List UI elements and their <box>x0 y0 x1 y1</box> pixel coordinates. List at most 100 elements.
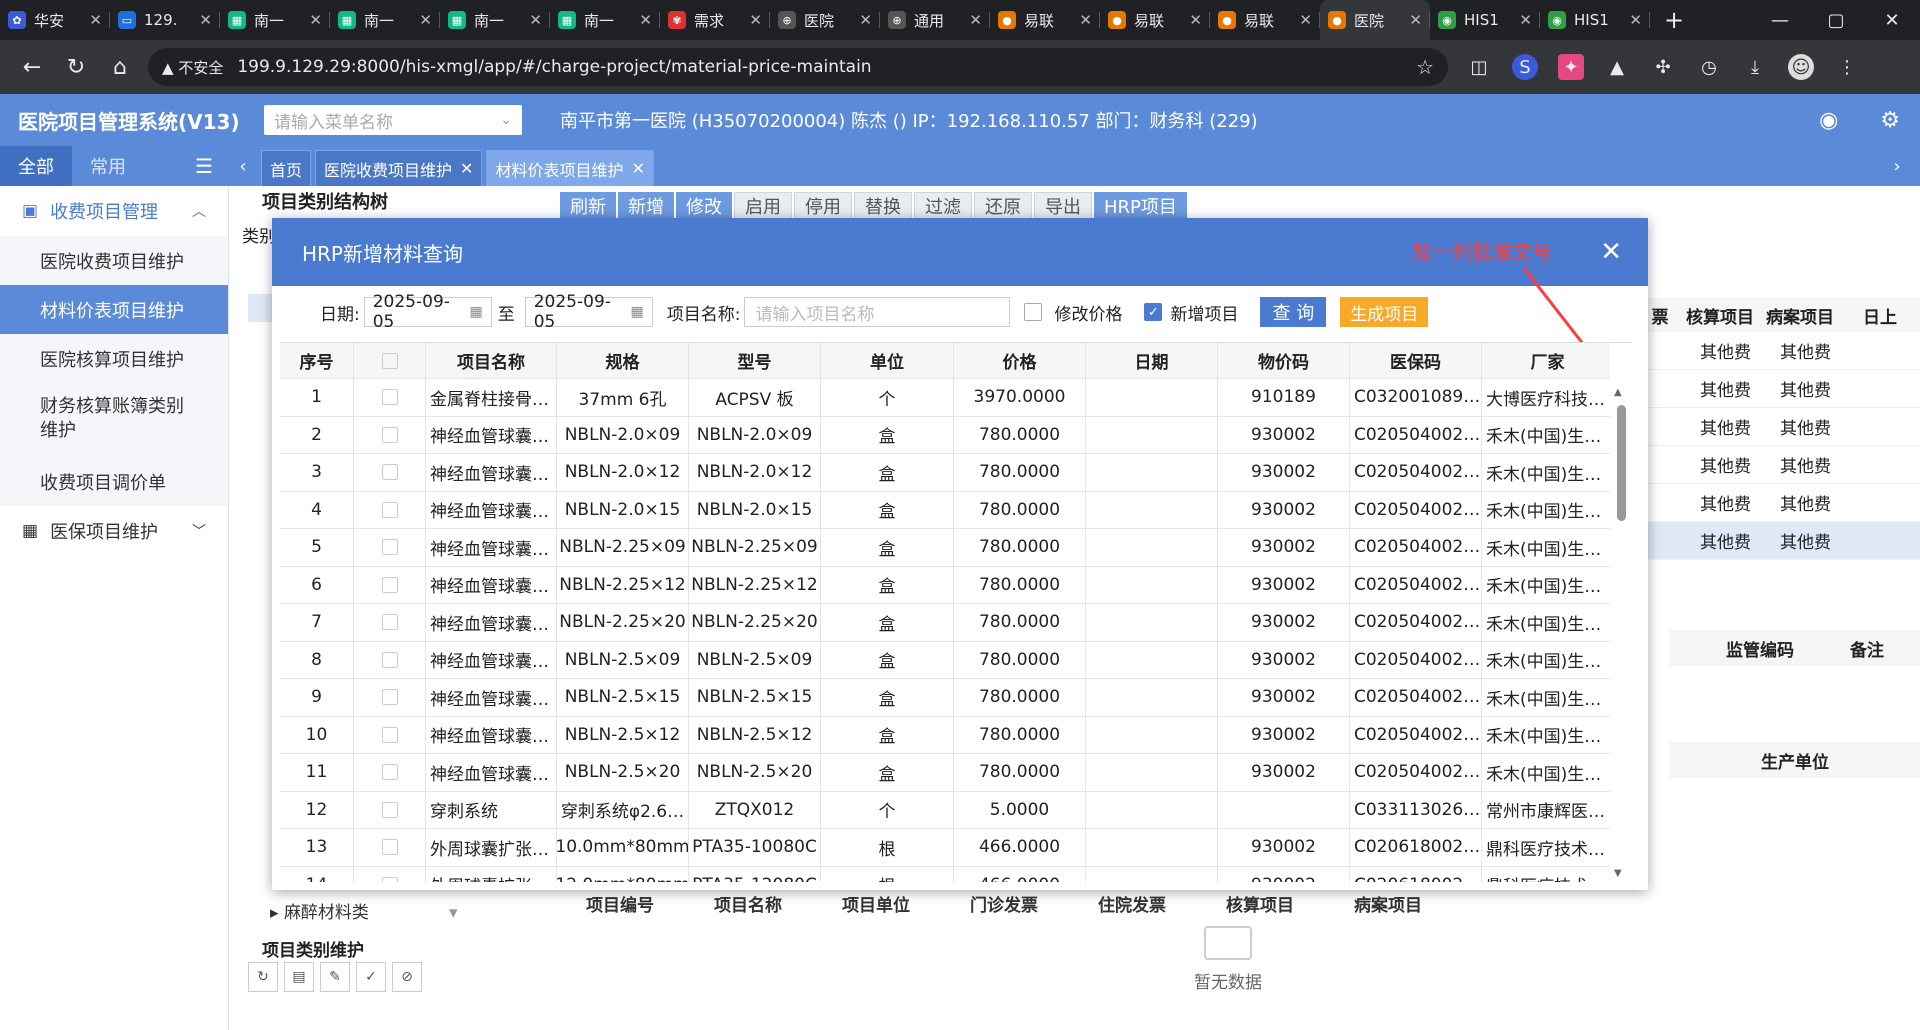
add-file-icon[interactable]: ▤ <box>284 962 314 992</box>
close-tab-icon[interactable]: ✕ <box>89 11 102 29</box>
browser-tab[interactable]: ✿ 华安 ✕ <box>0 0 110 40</box>
close-tab-icon[interactable]: ✕ <box>309 11 322 29</box>
url-field[interactable]: ▲ 不安全 199.9.129.29:8000/his-xmgl/app/#/c… <box>148 48 1448 86</box>
close-tab-icon[interactable]: ✕ <box>1409 11 1422 29</box>
minimize-icon[interactable]: — <box>1752 10 1808 31</box>
table-row[interactable]: 其他费 其他费 <box>1640 332 1920 370</box>
table-row[interactable]: 13 外周球囊扩张… 10.0mm*80mm PTA35-10080C 根 466.000… <box>280 829 1632 867</box>
extension-s-icon[interactable]: S <box>1512 54 1538 80</box>
home-icon[interactable]: ⌂ <box>98 55 142 80</box>
toolbar-button[interactable]: 新增 <box>618 192 674 220</box>
browser-tab[interactable]: ▦ 南一 ✕ <box>550 0 660 40</box>
security-warning[interactable]: ▲ 不安全 <box>162 57 223 78</box>
query-button[interactable]: 查 询 <box>1260 297 1327 327</box>
page-tab[interactable]: 材料价表项目维护 ✕ <box>486 150 654 186</box>
extension-red-icon[interactable]: ✦ <box>1558 54 1584 80</box>
browser-tab[interactable]: ● 易联 ✕ <box>990 0 1100 40</box>
browser-tab[interactable]: ● 医院 ✕ <box>1320 0 1430 40</box>
row-checkbox-cell[interactable] <box>354 491 426 528</box>
table-row[interactable]: 其他费 其他费 <box>1640 446 1920 484</box>
toolbar-button[interactable]: 修改 <box>676 192 732 220</box>
table-row[interactable]: 9 神经血管球囊… NBLN-2.5×15 NBLN-2.5×15 盒 780.0000 9… <box>280 679 1632 717</box>
reload-icon[interactable]: ↻ <box>54 55 98 80</box>
sidebar-group-insurance[interactable]: ▦ 医保项目维护 ﹀ <box>0 506 228 556</box>
row-checkbox-cell[interactable] <box>354 529 426 566</box>
table-row[interactable]: 其他费 其他费 <box>1640 522 1920 560</box>
table-row[interactable]: 其他费 其他费 <box>1640 408 1920 446</box>
chevron-right-icon[interactable]: › <box>1874 146 1920 186</box>
toolbar-button[interactable]: 替换 <box>854 192 912 220</box>
row-checkbox[interactable] <box>381 726 398 743</box>
close-tab-icon[interactable]: ✕ <box>1299 11 1312 29</box>
table-row[interactable]: 10 神经血管球囊… NBLN-2.5×12 NBLN-2.5×12 盒 780.0000… <box>280 716 1632 754</box>
row-checkbox-cell[interactable] <box>354 866 426 882</box>
close-tab-icon[interactable]: ✕ <box>1079 11 1092 29</box>
page-tab[interactable]: 首页 <box>261 150 312 186</box>
row-checkbox[interactable] <box>381 576 398 593</box>
toolbar-button[interactable]: 过滤 <box>914 192 972 220</box>
table-row[interactable]: 11 神经血管球囊… NBLN-2.5×20 NBLN-2.5×20 盒 780.0000… <box>280 754 1632 792</box>
modify-price-checkbox[interactable] <box>1024 303 1043 321</box>
row-checkbox[interactable] <box>381 651 398 668</box>
tab-all[interactable]: 全部 <box>0 146 72 186</box>
row-checkbox-cell[interactable] <box>354 791 426 828</box>
scroll-thumb[interactable] <box>1617 405 1626 521</box>
table-row[interactable]: 14 外周球囊扩张…12.0mm*80mmPTA35-12080C根466.000… <box>280 866 1632 882</box>
row-checkbox[interactable] <box>381 501 398 518</box>
check-icon[interactable]: ✓ <box>356 962 386 992</box>
row-checkbox-cell[interactable] <box>354 754 426 791</box>
row-checkbox-cell[interactable] <box>354 416 426 453</box>
row-checkbox[interactable] <box>381 539 398 556</box>
browser-tab[interactable]: ● 易联 ✕ <box>1100 0 1210 40</box>
row-checkbox-cell[interactable] <box>354 379 426 416</box>
menu-dots-icon[interactable]: ⋮ <box>1834 54 1860 80</box>
sidebar-group-charge[interactable]: ▣ 收费项目管理 ︿ <box>0 186 228 236</box>
table-scrollbar[interactable]: ▲ ▼ <box>1610 343 1632 882</box>
generate-item-button[interactable]: 生成项目 <box>1340 297 1429 327</box>
browser-tab[interactable]: ⊕ 医院 ✕ <box>770 0 880 40</box>
date-to-input[interactable]: 2025-09-05 ▦ <box>524 292 653 332</box>
scroll-up-icon[interactable]: ▲ <box>1614 387 1622 398</box>
menu-search-input[interactable]: 请输入菜单名称 ⌄ <box>264 105 522 135</box>
table-row[interactable]: 其他费 其他费 <box>1640 370 1920 408</box>
close-tab-icon[interactable]: ✕ <box>631 159 644 178</box>
browser-tab[interactable]: ● 易联 ✕ <box>1210 0 1320 40</box>
close-tab-icon[interactable]: ✕ <box>1629 11 1642 29</box>
toolbar-button[interactable]: 启用 <box>734 192 792 220</box>
page-tab[interactable]: 医院收费项目维护 ✕ <box>315 150 483 186</box>
table-row[interactable]: 1 金属脊柱接骨… 37mm 6孔 ACPSV 板个 3970.0000 910189 C0… <box>280 379 1632 417</box>
gear-icon[interactable]: ⚙ <box>1880 108 1900 133</box>
browser-tab[interactable]: ✾ 需求 ✕ <box>660 0 770 40</box>
browser-tab[interactable]: ▦ 南一 ✕ <box>330 0 440 40</box>
browser-tab[interactable]: ⊕ 通用 ✕ <box>880 0 990 40</box>
browser-tab[interactable]: ▦ 南一 ✕ <box>440 0 550 40</box>
tab-common[interactable]: 常用 <box>72 146 144 186</box>
history-icon[interactable]: ◷ <box>1696 54 1722 80</box>
select-all-checkbox[interactable] <box>381 352 398 369</box>
extension-triangle-icon[interactable]: ▲ <box>1604 54 1630 80</box>
row-checkbox[interactable] <box>381 801 398 818</box>
toolbar-button[interactable]: 导出 <box>1034 192 1092 220</box>
close-tab-icon[interactable]: ✕ <box>1519 11 1532 29</box>
refresh-icon[interactable]: ↻ <box>248 962 278 992</box>
row-checkbox-cell[interactable] <box>354 716 426 753</box>
close-icon[interactable]: ✕ <box>1600 237 1622 267</box>
row-checkbox[interactable] <box>381 689 398 706</box>
close-tab-icon[interactable]: ✕ <box>419 11 432 29</box>
new-item-checkbox[interactable]: ✓ <box>1144 303 1163 321</box>
eye-icon[interactable]: ◉ <box>1819 108 1838 133</box>
item-name-input[interactable]: 请输入项目名称 <box>744 297 1011 327</box>
profile-avatar[interactable]: ☺ <box>1788 54 1814 80</box>
row-checkbox[interactable] <box>381 614 398 631</box>
table-row[interactable]: 5 神经血管球囊… NBLN-2.25×09 NBLN-2.25×09 盒 780.000… <box>280 529 1632 567</box>
reading-mode-icon[interactable]: ◫ <box>1466 54 1492 80</box>
close-tab-icon[interactable]: ✕ <box>749 11 762 29</box>
download-icon[interactable]: ⤓ <box>1742 54 1768 80</box>
row-checkbox[interactable] <box>381 426 398 443</box>
sidebar-item[interactable]: 医院收费项目维护 <box>0 236 228 285</box>
browser-tab[interactable]: ◉ HIS1 ✕ <box>1430 0 1540 40</box>
close-tab-icon[interactable]: ✕ <box>1189 11 1202 29</box>
sidebar-item[interactable]: 财务核算账簿类别维护 <box>0 383 228 457</box>
close-tab-icon[interactable]: ✕ <box>460 159 473 178</box>
row-checkbox[interactable] <box>381 839 398 856</box>
